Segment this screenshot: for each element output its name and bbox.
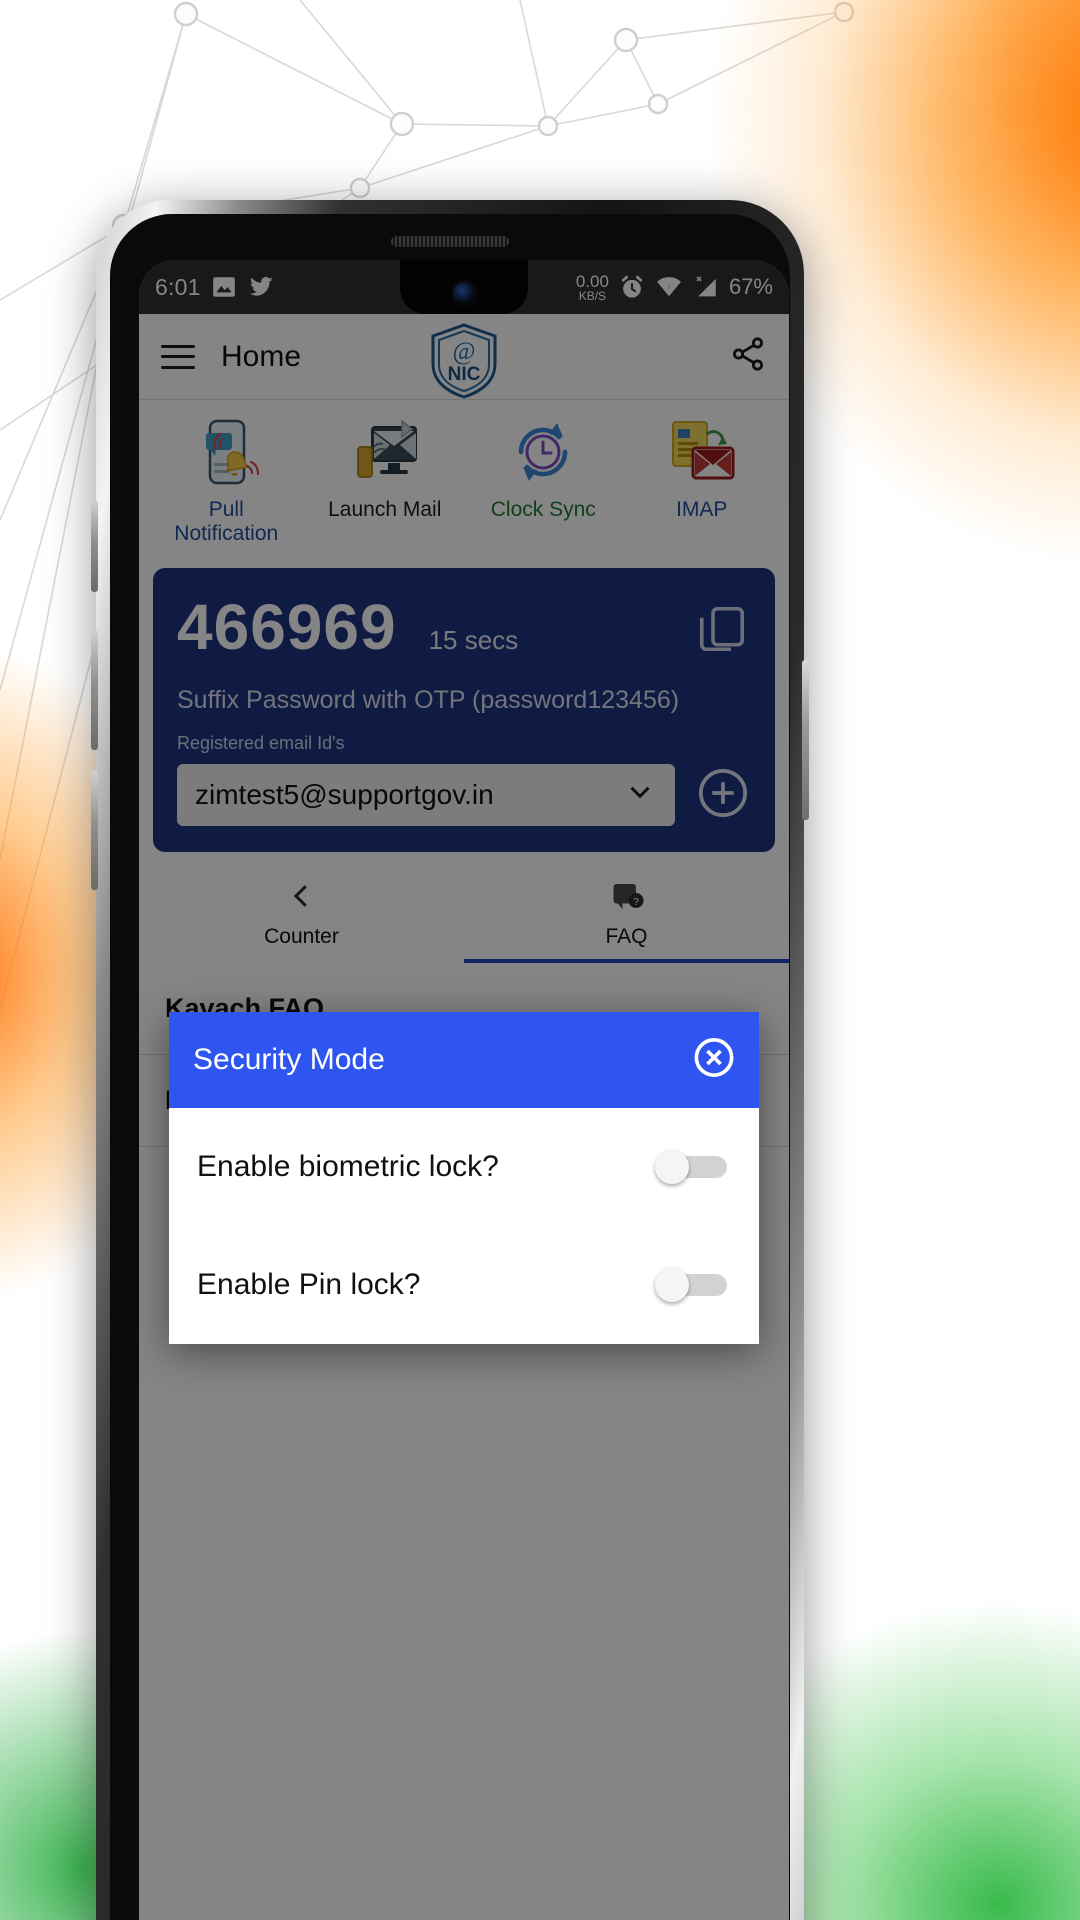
nic-shield-logo: @ NIC — [428, 322, 500, 405]
pin-lock-label: Enable Pin lock? — [197, 1268, 421, 1301]
quick-action-clock-sync[interactable]: Clock Sync — [468, 414, 618, 522]
phone-left-button-1[interactable] — [91, 500, 98, 592]
phone-bezel: 6:01 0.00 KB/S 67% Home @ NIC Pull Notif… — [110, 214, 790, 1920]
tab-counter[interactable]: Counter — [139, 866, 464, 963]
pull-notification-icon — [151, 414, 301, 490]
chevron-down-icon — [623, 775, 657, 816]
svg-text:?: ? — [633, 896, 639, 908]
email-dropdown[interactable]: zimtest5@supportgov.in — [177, 764, 675, 827]
quick-action-label: Pull Notification — [174, 498, 279, 546]
tab-label: FAQ — [605, 925, 648, 949]
close-circle-icon[interactable] — [691, 1035, 737, 1086]
otp-card: 466969 15 secs Suffix Password with OTP … — [153, 568, 775, 853]
biometric-lock-row[interactable]: Enable biometric lock? — [169, 1108, 759, 1226]
pin-lock-row[interactable]: Enable Pin lock? — [169, 1226, 759, 1344]
quick-action-label: Launch Mail — [328, 498, 442, 521]
email-dropdown-value: zimtest5@supportgov.in — [195, 779, 494, 811]
phone-right-button[interactable] — [802, 660, 809, 820]
page-root: 6:01 0.00 KB/S 67% Home @ NIC Pull Notif… — [0, 0, 1080, 1920]
add-email-button[interactable] — [695, 765, 751, 826]
status-bar-right: 0.00 KB/S 67% — [576, 273, 773, 302]
status-clock: 6:01 — [155, 273, 201, 300]
network-speed-indicator: 0.00 KB/S — [576, 273, 609, 302]
dialog-title: Security Mode — [193, 1043, 385, 1076]
network-speed-value: 0.00 — [575, 271, 609, 291]
biometric-lock-toggle[interactable] — [655, 1150, 731, 1184]
phone-left-button-3[interactable] — [91, 770, 98, 890]
alarm-icon — [621, 275, 643, 298]
otp-code-row: 466969 15 secs — [177, 590, 751, 664]
twitter-icon — [249, 277, 273, 296]
toggle-knob — [655, 1268, 689, 1302]
front-camera-icon — [453, 282, 475, 304]
registered-email-label: Registered email Id's — [177, 733, 345, 754]
quick-action-label: IMAP — [676, 498, 728, 521]
quick-action-imap[interactable]: IMAP — [627, 414, 777, 522]
dialog-header: Security Mode — [169, 1012, 759, 1108]
network-speed-unit: KB/S — [578, 288, 607, 303]
toggle-knob — [655, 1150, 689, 1184]
logo-at-symbol: @ — [452, 338, 475, 365]
imap-icon — [627, 414, 777, 490]
page-title: Home — [221, 339, 302, 373]
pin-lock-toggle[interactable] — [655, 1268, 731, 1302]
quick-action-label: Clock Sync — [490, 498, 596, 521]
earpiece-speaker — [391, 236, 509, 247]
quick-action-launch-mail[interactable]: Launch Mail — [310, 414, 460, 522]
security-mode-dialog: Security Mode Enable biometric lock? Ena… — [169, 1012, 759, 1344]
quick-action-pull-notification[interactable]: Pull Notification — [151, 414, 301, 546]
launch-mail-icon — [310, 414, 460, 490]
battery-percent: 67% — [728, 274, 773, 299]
signal-x-icon — [696, 276, 716, 297]
bottom-bar: Support i Digital India Power To Empower — [139, 1894, 789, 1920]
tab-faq[interactable]: ? FAQ — [464, 866, 789, 964]
clock-sync-icon — [468, 414, 618, 490]
phone-left-button-2[interactable] — [91, 630, 98, 750]
otp-suffix-text: Suffix Password with OTP (password123456… — [177, 686, 680, 715]
otp-code: 466969 — [177, 591, 397, 664]
status-bar-left: 6:01 — [155, 274, 275, 301]
faq-icon: ? — [607, 878, 647, 919]
phone-screen: 6:01 0.00 KB/S 67% Home @ NIC Pull Notif… — [139, 260, 789, 1920]
tab-bar: Counter ? FAQ — [139, 866, 789, 964]
app-bar: Home @ NIC — [139, 314, 789, 400]
tab-label: Counter — [264, 925, 339, 949]
quick-action-row: Pull Notification Launch Mail Clock Sync… — [139, 400, 789, 563]
wifi-icon — [656, 277, 681, 297]
counter-icon — [282, 878, 322, 919]
logo-nic-text: NIC — [448, 364, 481, 385]
phone-device: 6:01 0.00 KB/S 67% Home @ NIC Pull Notif… — [91, 200, 809, 1920]
share-icon[interactable] — [729, 335, 767, 378]
email-select-row: zimtest5@supportgov.in — [177, 764, 751, 827]
copy-icon[interactable] — [695, 602, 749, 661]
hamburger-menu-icon[interactable] — [161, 344, 195, 369]
image-icon — [212, 277, 235, 297]
biometric-lock-label: Enable biometric lock? — [197, 1150, 499, 1183]
otp-countdown: 15 secs — [428, 625, 519, 656]
